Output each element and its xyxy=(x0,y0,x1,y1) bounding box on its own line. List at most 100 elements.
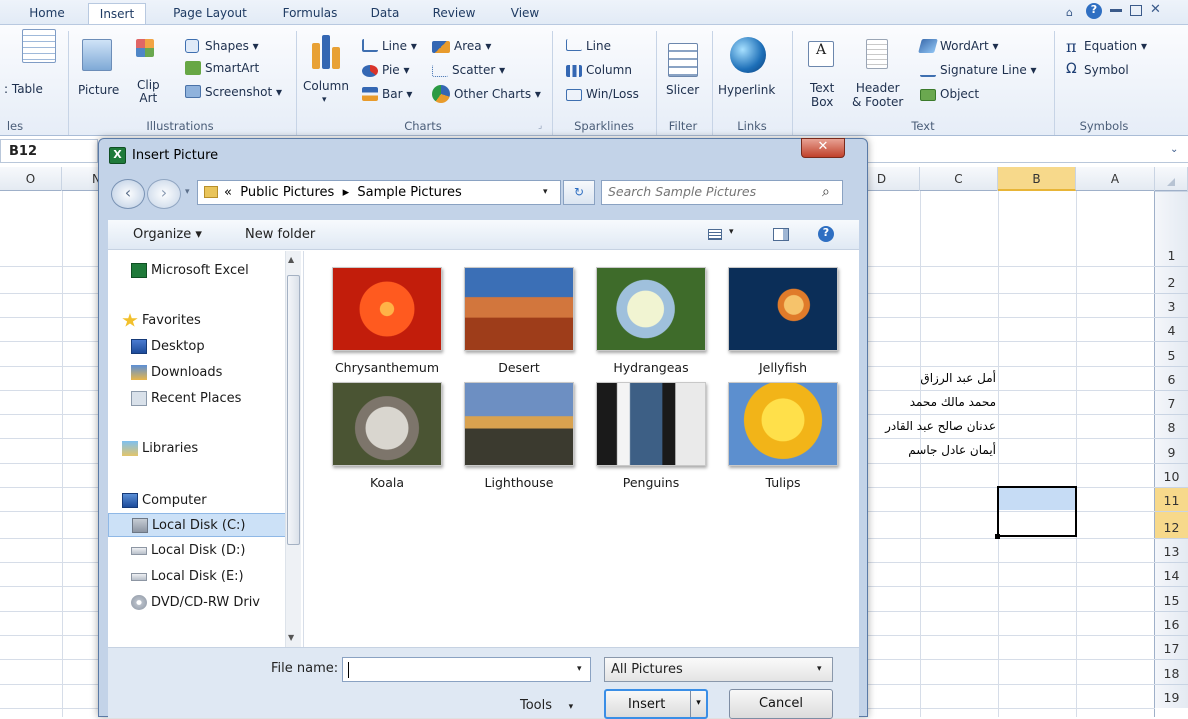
row-header[interactable]: 5 xyxy=(1155,341,1188,366)
symbol-button[interactable]: Symbol xyxy=(1084,63,1129,77)
row-header[interactable]: 11 xyxy=(1155,487,1188,511)
organize-button[interactable]: Organize ▾ xyxy=(133,227,202,242)
wordart-button[interactable]: WordArt ▾ xyxy=(940,39,999,53)
minimize-ribbon-icon[interactable]: ⌂ xyxy=(1066,6,1078,19)
object-button[interactable]: Object xyxy=(940,87,979,101)
row-header[interactable]: 8 xyxy=(1155,414,1188,438)
file-name-dropdown-icon[interactable]: ▾ xyxy=(577,664,582,674)
insert-options-dropdown-icon[interactable]: ▾ xyxy=(690,691,706,717)
tab-page-layout[interactable]: Page Layout xyxy=(160,3,260,24)
column-header-c[interactable]: C xyxy=(920,167,998,191)
help-icon[interactable]: ? xyxy=(1086,3,1102,19)
row-header[interactable]: 7 xyxy=(1155,390,1188,414)
breadcrumb-prefix[interactable]: « xyxy=(224,185,232,200)
row-header[interactable]: 16 xyxy=(1155,611,1188,635)
row-header[interactable]: 19 xyxy=(1155,684,1188,708)
file-type-select[interactable]: All Pictures ▾ xyxy=(604,657,833,682)
address-dropdown-icon[interactable]: ▾ xyxy=(543,187,548,197)
nav-item-downloads[interactable]: Downloads xyxy=(108,361,288,385)
file-type-dropdown-icon[interactable]: ▾ xyxy=(817,664,822,674)
formula-bar[interactable] xyxy=(868,139,1188,163)
row-header[interactable]: 10 xyxy=(1155,463,1188,487)
file-thumbnail-chrysanthemum[interactable] xyxy=(332,267,442,351)
file-name-label[interactable]: Tulips xyxy=(716,475,850,490)
scatter-button[interactable]: Scatter ▾ xyxy=(452,63,505,77)
cell-b7[interactable]: محمد مالك محمد xyxy=(900,395,996,409)
header-footer-button[interactable]: Header & Footer xyxy=(852,81,903,109)
smartart-button[interactable]: SmartArt xyxy=(205,61,259,75)
file-thumbnail-koala[interactable] xyxy=(332,382,442,466)
search-input[interactable] xyxy=(608,184,808,199)
name-box[interactable]: B12 xyxy=(0,139,98,163)
minimize-window-icon[interactable] xyxy=(1110,9,1122,12)
nav-item-favorites[interactable]: Favorites xyxy=(108,309,288,333)
row-header[interactable]: 18 xyxy=(1155,659,1188,684)
cell-b6[interactable]: أمل عبد الرزاق xyxy=(900,371,996,385)
other-charts-button[interactable]: Other Charts ▾ xyxy=(454,87,541,101)
file-name-label[interactable]: Jellyfish xyxy=(716,360,850,375)
tab-data[interactable]: Data xyxy=(360,3,410,24)
breadcrumb-separator[interactable]: ▸ xyxy=(343,185,350,200)
nav-item-local-disk-d[interactable]: Local Disk (D:) xyxy=(108,539,288,563)
insert-button[interactable]: Insert ▾ xyxy=(604,689,708,719)
line-button[interactable]: Line ▾ xyxy=(382,39,417,53)
row-header[interactable]: 4 xyxy=(1155,317,1188,341)
file-thumbnail-jellyfish[interactable] xyxy=(728,267,838,351)
row-header[interactable]: 2 xyxy=(1155,266,1188,293)
slicer-button[interactable]: Slicer xyxy=(666,83,699,97)
row-header[interactable]: 13 xyxy=(1155,538,1188,562)
tab-view[interactable]: View xyxy=(500,3,550,24)
scroll-down-icon[interactable]: ▼ xyxy=(288,633,294,642)
breadcrumb-sample-pictures[interactable]: Sample Pictures xyxy=(357,185,461,200)
tab-review[interactable]: Review xyxy=(424,3,484,24)
nav-item-libraries[interactable]: Libraries xyxy=(108,437,288,461)
row-header[interactable]: 6 xyxy=(1155,366,1188,390)
picture-button[interactable]: Picture xyxy=(78,83,119,97)
file-name-label[interactable]: Lighthouse xyxy=(452,475,586,490)
area-button[interactable]: Area ▾ xyxy=(454,39,491,53)
file-name-label[interactable]: Desert xyxy=(452,360,586,375)
column-dropdown-icon[interactable]: ▾ xyxy=(322,95,327,105)
new-folder-button[interactable]: New folder xyxy=(245,227,315,242)
file-name-label[interactable]: Penguins xyxy=(584,475,718,490)
recent-locations-dropdown-icon[interactable]: ▾ xyxy=(185,187,190,197)
refresh-button[interactable]: ↻ xyxy=(563,180,595,205)
sparkline-column-button[interactable]: Column xyxy=(586,63,632,77)
column-button[interactable]: Column xyxy=(303,79,349,93)
nav-item-recent-places[interactable]: Recent Places xyxy=(108,387,288,411)
cell-b9[interactable]: أيمان عادل جاسم xyxy=(900,443,996,457)
column-header-b[interactable]: B xyxy=(998,167,1076,191)
column-header-o[interactable]: O xyxy=(0,167,62,191)
clip-art-button[interactable]: Clip Art xyxy=(137,79,160,105)
fill-handle[interactable] xyxy=(995,534,1000,539)
nav-item-local-disk-e[interactable]: Local Disk (E:) xyxy=(108,565,288,589)
view-dropdown-icon[interactable]: ▾ xyxy=(729,227,734,237)
tab-insert[interactable]: Insert xyxy=(88,3,146,24)
dialog-close-button[interactable]: ✕ xyxy=(801,138,845,158)
selected-range[interactable] xyxy=(997,486,1077,537)
file-name-label[interactable]: Chrysanthemum xyxy=(320,360,454,375)
file-thumbnail-desert[interactable] xyxy=(464,267,574,351)
table-button[interactable]: : Table xyxy=(4,82,43,96)
close-window-icon[interactable]: ✕ xyxy=(1150,2,1161,17)
row-header[interactable]: 1 xyxy=(1155,191,1188,266)
row-header[interactable]: 9 xyxy=(1155,438,1188,463)
row-header[interactable]: 14 xyxy=(1155,562,1188,586)
tab-formulas[interactable]: Formulas xyxy=(270,3,350,24)
nav-scrollbar[interactable]: ▲ ▼ xyxy=(285,251,301,647)
bar-button[interactable]: Bar ▾ xyxy=(382,87,412,101)
tab-home[interactable]: Home xyxy=(22,3,72,24)
select-all-corner[interactable] xyxy=(1155,167,1188,191)
nav-item-dvd-drive[interactable]: DVD/CD-RW Driv xyxy=(108,591,288,615)
preview-pane-icon[interactable] xyxy=(773,228,789,241)
hyperlink-button[interactable]: Hyperlink xyxy=(718,83,775,97)
help-icon[interactable]: ? xyxy=(818,226,834,242)
sparkline-line-button[interactable]: Line xyxy=(586,39,611,53)
file-name-label[interactable]: Koala xyxy=(320,475,454,490)
file-thumbnail-lighthouse[interactable] xyxy=(464,382,574,466)
nav-item-computer[interactable]: Computer xyxy=(108,489,288,513)
address-bar[interactable]: « Public Pictures ▸ Sample Pictures ▾ xyxy=(197,180,561,205)
shapes-button[interactable]: Shapes ▾ xyxy=(205,39,259,53)
charts-dialog-launcher-icon[interactable]: ⌟ xyxy=(538,121,542,131)
row-header[interactable]: 3 xyxy=(1155,293,1188,317)
